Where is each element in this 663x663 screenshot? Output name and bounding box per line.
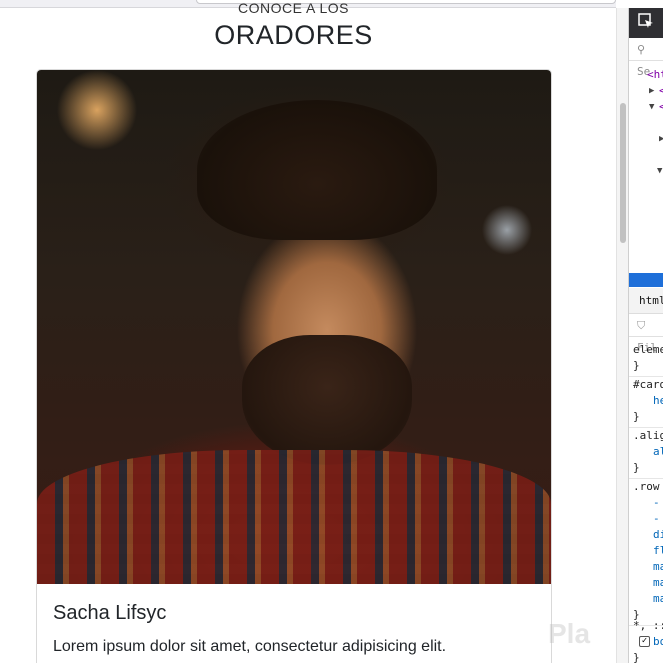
picker-svg	[638, 13, 653, 28]
css-rule-brace: }	[633, 359, 640, 372]
css-rule-selector[interactable]: eleme	[633, 342, 663, 358]
css-rule-selector[interactable]: #card	[633, 377, 663, 393]
css-rule-selector[interactable]: .alig	[633, 428, 663, 444]
css-rule-selector[interactable]: .row	[633, 479, 660, 495]
expand-arrow-icon[interactable]: ▶	[649, 86, 654, 96]
devtools-toolbar	[629, 8, 663, 38]
css-property[interactable]: bo	[653, 634, 663, 650]
expand-arrow-icon[interactable]: ▶	[659, 134, 663, 144]
dom-node-body[interactable]: <	[659, 100, 663, 113]
css-property[interactable]: fl	[653, 543, 663, 559]
css-rule-selector[interactable]: *, ::	[633, 618, 663, 634]
card-body: Sacha Lifsyc Lorem ipsum dolor sit amet,…	[37, 584, 551, 663]
section-eyebrow: CONOCE A LOS	[237, 0, 350, 16]
property-checkbox[interactable]: ✓	[639, 636, 650, 647]
css-property[interactable]: di	[653, 527, 663, 543]
dom-tree: <ht ▶ < ▼ < ▶ ▼	[629, 62, 663, 292]
css-property[interactable]: ma	[653, 591, 663, 607]
css-property[interactable]: he	[653, 393, 663, 409]
filter-icon: ⛉	[637, 319, 646, 332]
css-property[interactable]: al	[653, 444, 663, 460]
section-heading: ORADORES	[214, 20, 373, 50]
photo-beard	[242, 335, 412, 465]
collapse-arrow-icon[interactable]: ▼	[657, 166, 662, 176]
css-property[interactable]: ma	[653, 559, 663, 575]
css-rule-brace: }	[633, 651, 640, 663]
page-viewport: CONOCE A LOS ORADORES Sacha Lifsyc Lorem…	[0, 0, 616, 663]
dom-node-head[interactable]: <	[659, 84, 663, 97]
scrollbar-thumb[interactable]	[620, 103, 626, 243]
photo-hair	[197, 100, 437, 240]
tab-html[interactable]: html	[629, 288, 663, 314]
element-picker-icon[interactable]	[635, 13, 657, 33]
devtools-search-input[interactable]: ⚲ Se	[629, 39, 663, 78]
speaker-name: Sacha Lifsyc	[53, 602, 167, 624]
css-property[interactable]: -	[653, 495, 660, 511]
css-rule-brace: }	[633, 461, 640, 474]
search-icon: ⚲	[637, 43, 646, 56]
css-property[interactable]: ma	[653, 575, 663, 591]
photo-shirt	[37, 450, 551, 584]
speaker-photo	[37, 70, 551, 584]
collapse-arrow-icon[interactable]: ▼	[649, 102, 654, 112]
speaker-description: Lorem ipsum dolor sit amet, consectetur …	[53, 638, 447, 655]
dom-node-html[interactable]: <ht	[647, 68, 663, 81]
css-property[interactable]: -	[653, 511, 660, 527]
speaker-card: Sacha Lifsyc Lorem ipsum dolor sit amet,…	[36, 69, 552, 663]
platzi-watermark: Pla	[548, 618, 591, 649]
devtools-panel: ⚲ Se <ht ▶ < ▼ < ▶ ▼ html ⛉ Fil eleme } …	[628, 8, 663, 663]
selected-dom-node[interactable]	[629, 273, 663, 287]
css-rule-brace: }	[633, 410, 640, 423]
page-scrollbar[interactable]	[616, 8, 628, 663]
styles-filter-input[interactable]: ⛉ Fil	[629, 315, 663, 354]
